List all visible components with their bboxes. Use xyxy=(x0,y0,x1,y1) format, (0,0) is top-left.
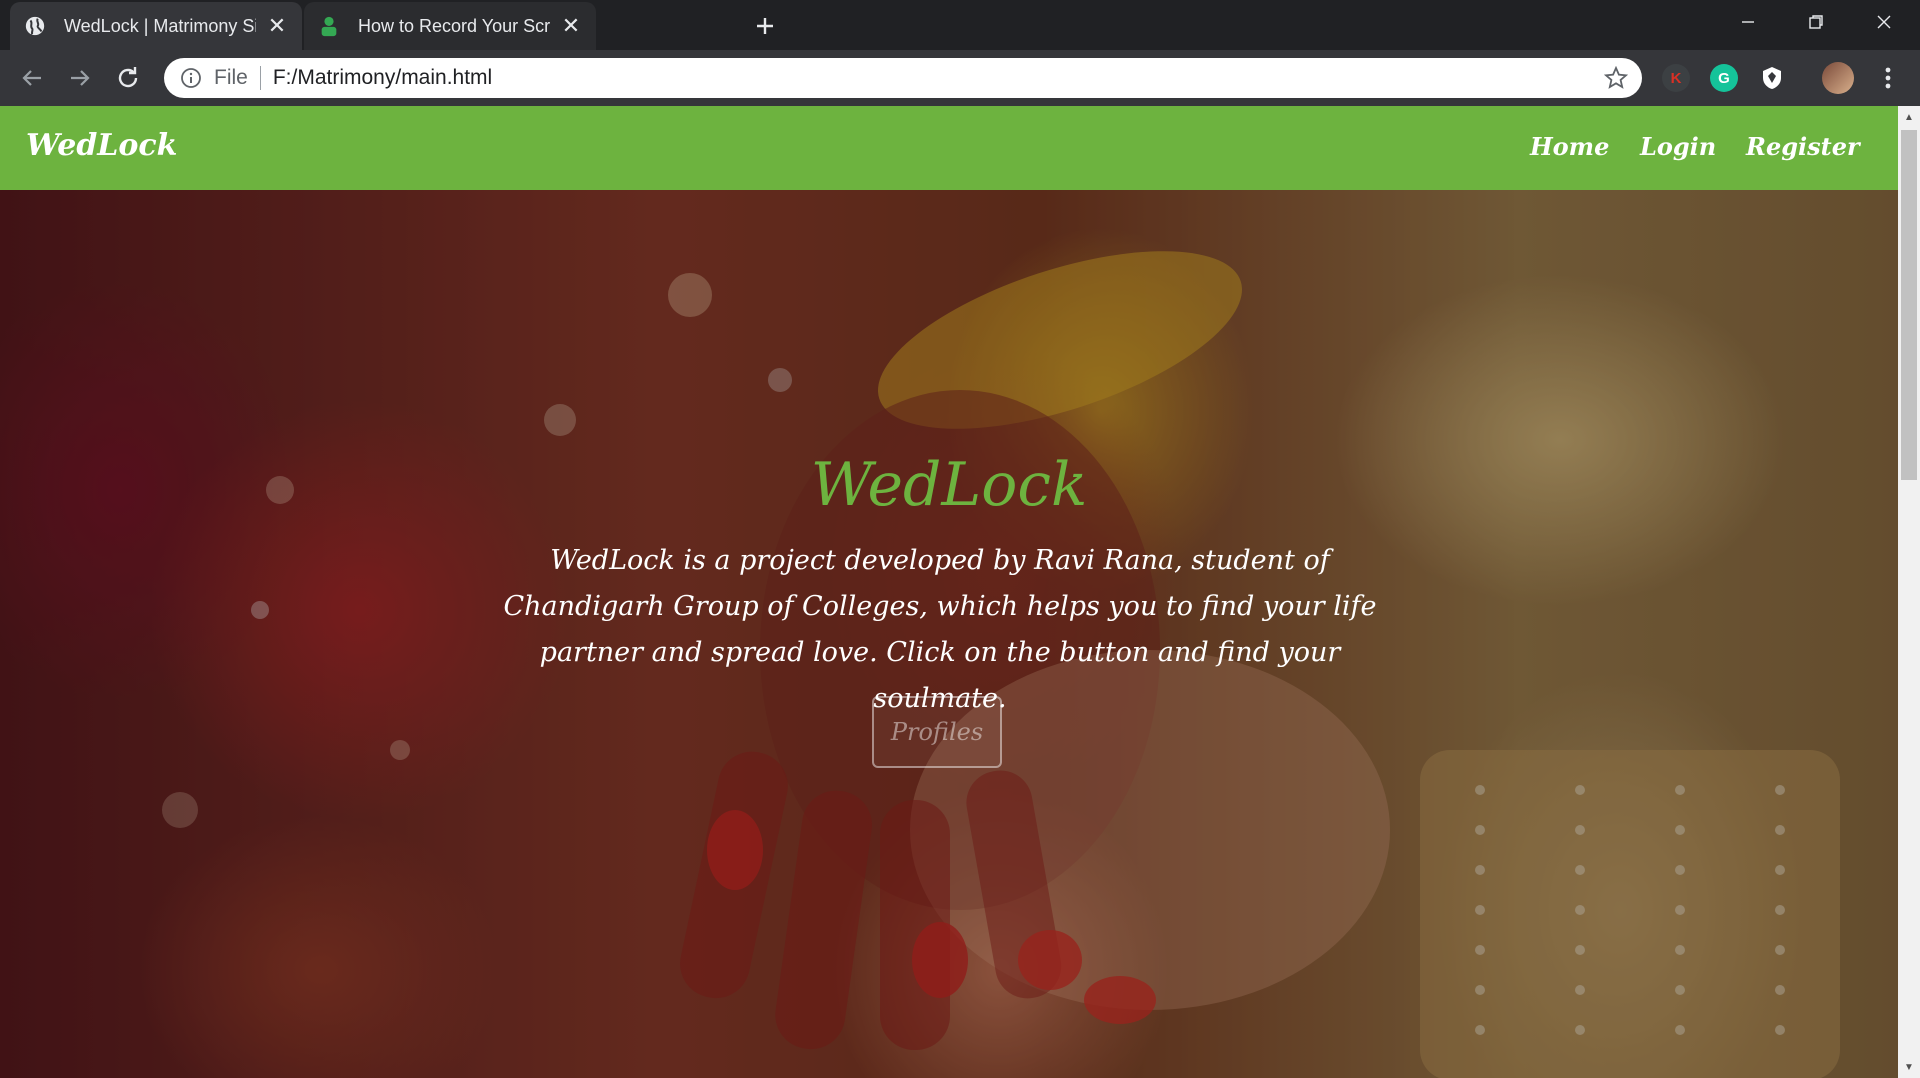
nav-link-home[interactable]: Home xyxy=(1530,132,1609,161)
avatar[interactable] xyxy=(1822,62,1854,94)
hero-content: WedLock WedLock is a project developed b… xyxy=(0,190,1898,1078)
plus-icon xyxy=(757,18,773,34)
nav-link-login[interactable]: Login xyxy=(1640,132,1716,161)
info-icon[interactable] xyxy=(180,67,202,89)
scheme-label: File xyxy=(214,66,248,89)
reload-icon xyxy=(118,67,138,88)
hero-title: WedLock xyxy=(810,450,1088,520)
menu-button[interactable] xyxy=(1870,60,1906,96)
url-text[interactable]: F:/Matrimony/main.html xyxy=(273,66,492,90)
brand-logo[interactable]: WedLock xyxy=(26,128,177,163)
site-navbar: WedLock Home Login Register xyxy=(0,106,1898,190)
new-tab-button[interactable] xyxy=(748,9,782,43)
person-icon xyxy=(321,16,337,37)
tab-strip: WedLock | Matrimony Site ✕ How to Record… xyxy=(0,0,1920,50)
minimize-icon xyxy=(1742,21,1754,23)
address-bar[interactable]: File F:/Matrimony/main.html xyxy=(164,58,1642,98)
minimize-button[interactable] xyxy=(1714,0,1782,44)
scroll-down-arrow-icon[interactable]: ▼ xyxy=(1898,1056,1920,1078)
arrow-right-icon xyxy=(71,70,90,86)
reload-button[interactable] xyxy=(110,60,146,96)
shield-extension-icon[interactable] xyxy=(1758,64,1786,92)
more-vert-icon xyxy=(1885,67,1891,89)
nav-link-register[interactable]: Register xyxy=(1746,132,1860,161)
restore-button[interactable] xyxy=(1782,0,1850,44)
hero-section: WedLock WedLock is a project developed b… xyxy=(0,190,1898,1078)
arrow-left-icon xyxy=(22,70,41,86)
page-viewport: WedLock Home Login Register WedLock WedL… xyxy=(0,106,1898,1078)
hero-description: WedLock is a project developed by Ravi R… xyxy=(503,545,1377,714)
scrollbar-thumb[interactable] xyxy=(1901,130,1917,480)
close-window-icon xyxy=(1877,15,1891,29)
page-scrollbar[interactable]: ▲ ▼ xyxy=(1898,106,1920,1078)
close-icon[interactable]: ✕ xyxy=(560,13,582,38)
globe-icon xyxy=(25,16,45,36)
tab-wedlock[interactable]: WedLock | Matrimony Site ✕ xyxy=(10,2,302,50)
close-window-button[interactable] xyxy=(1850,0,1918,44)
grammarly-icon[interactable]: G xyxy=(1710,64,1738,92)
star-icon[interactable] xyxy=(1604,66,1628,90)
back-button[interactable] xyxy=(14,60,50,96)
tab-record-screen[interactable]: How to Record Your Screen on W ✕ xyxy=(304,2,596,50)
browser-toolbar: File F:/Matrimony/main.html K G xyxy=(0,50,1920,106)
tab-title: WedLock | Matrimony Site xyxy=(64,15,256,36)
restore-icon xyxy=(1809,15,1823,29)
close-icon[interactable]: ✕ xyxy=(266,13,288,38)
k-extension-icon[interactable]: K xyxy=(1662,64,1690,92)
profiles-button[interactable]: Profiles xyxy=(872,696,1002,768)
divider xyxy=(259,66,261,90)
forward-button[interactable] xyxy=(62,60,98,96)
tab-title: How to Record Your Screen on W xyxy=(358,15,550,36)
scroll-up-arrow-icon[interactable]: ▲ xyxy=(1898,106,1920,128)
